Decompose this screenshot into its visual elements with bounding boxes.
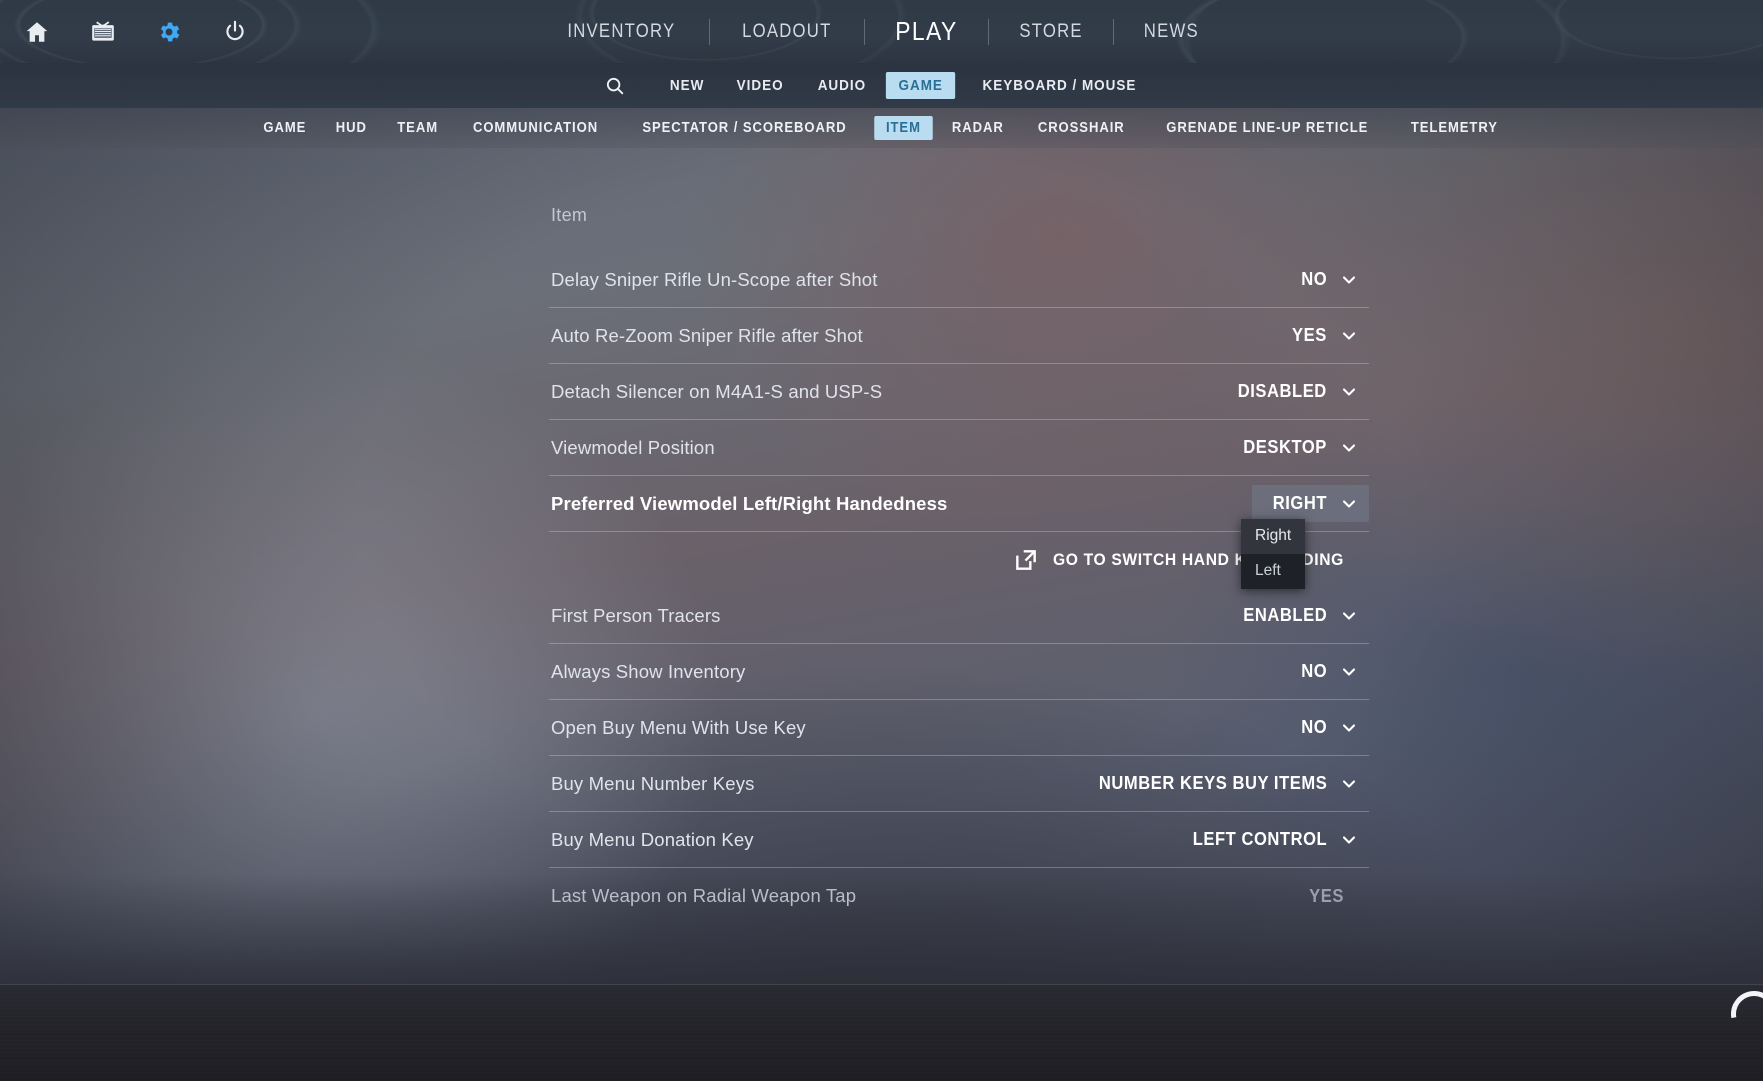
nav-separator [1112, 18, 1114, 45]
setting-row-last-weapon-on-radial-weapon-tap: Last Weapon on Radial Weapon Tap YES [549, 868, 1369, 924]
handedness-dropdown-menu[interactable]: Right Left [1241, 519, 1305, 589]
setting-value: DESKTOP [1243, 437, 1327, 457]
subnav-item-keyboard-mouse[interactable]: KEYBOARD / MOUSE [970, 72, 1149, 99]
setting-dropdown[interactable]: DESKTOP [1220, 429, 1369, 466]
nav-item-news[interactable]: NEWS [1121, 21, 1222, 43]
setting-row-detach-silencer[interactable]: Detach Silencer on M4A1-S and USP-S DISA… [549, 364, 1369, 420]
setting-value: ENABLED [1243, 605, 1327, 625]
chevron-down-icon [1341, 272, 1357, 288]
tab-radar[interactable]: RADAR [940, 116, 1015, 140]
setting-readonly-value: YES [1289, 878, 1369, 915]
setting-row-auto-rezoom-sniper-rifle[interactable]: Auto Re-Zoom Sniper Rifle after Shot YES [549, 308, 1369, 364]
setting-label: Buy Menu Donation Key [551, 828, 754, 850]
setting-dropdown[interactable]: ENABLED [1220, 597, 1369, 634]
setting-value: YES [1292, 325, 1327, 345]
subnav-item-new[interactable]: NEW [657, 72, 717, 99]
setting-label: Viewmodel Position [551, 436, 715, 458]
setting-dropdown[interactable]: LEFT CONTROL [1165, 821, 1369, 858]
chevron-down-icon [1341, 720, 1357, 736]
top-header-bar: INVENTORY LOADOUT PLAY STORE NEWS [0, 0, 1763, 63]
subnav-item-game[interactable]: GAME [886, 72, 957, 99]
setting-label: Open Buy Menu With Use Key [551, 716, 806, 738]
chevron-down-icon [1341, 608, 1357, 624]
nav-item-inventory[interactable]: INVENTORY [545, 21, 699, 43]
search-icon[interactable] [604, 75, 626, 97]
nav-separator [987, 18, 989, 45]
setting-value: YES [1309, 885, 1345, 906]
setting-value: LEFT CONTROL [1192, 829, 1327, 849]
setting-label: Buy Menu Number Keys [551, 772, 755, 794]
tab-hud[interactable]: HUD [324, 116, 379, 140]
setting-dropdown[interactable]: DISABLED [1214, 373, 1369, 410]
nav-separator [709, 18, 711, 45]
panel-title: Item [551, 205, 588, 225]
tab-grenade-line-up-reticle[interactable]: GRENADE LINE-UP RETICLE [1155, 116, 1380, 140]
setting-label: First Person Tracers [551, 604, 721, 626]
setting-row-first-person-tracers[interactable]: First Person Tracers ENABLED [549, 588, 1369, 644]
nav-item-play[interactable]: PLAY [872, 16, 980, 47]
setting-row-open-buy-menu-with-use-key[interactable]: Open Buy Menu With Use Key NO [549, 700, 1369, 756]
setting-dropdown[interactable]: NO [1283, 709, 1369, 746]
tab-spectator-scoreboard[interactable]: SPECTATOR / SCOREBOARD [631, 116, 859, 140]
footer-scanline-texture [0, 985, 1763, 1081]
setting-value: NO [1301, 661, 1327, 681]
dropdown-option-left[interactable]: Left [1241, 554, 1305, 589]
settings-subtab-nav: GAME HUD TEAM COMMUNICATION SPECTATOR / … [0, 108, 1763, 148]
chevron-down-icon [1341, 832, 1357, 848]
setting-row-buy-menu-number-keys[interactable]: Buy Menu Number Keys NUMBER KEYS BUY ITE… [549, 756, 1369, 812]
settings-category-nav: NEW VIDEO AUDIO GAME KEYBOARD / MOUSE [0, 63, 1763, 108]
tab-communication[interactable]: COMMUNICATION [461, 116, 610, 140]
setting-row-viewmodel-position[interactable]: Viewmodel Position DESKTOP [549, 420, 1369, 476]
external-link-icon [1013, 547, 1039, 573]
setting-dropdown[interactable]: NO [1283, 653, 1369, 690]
setting-row-delay-sniper-rifle-unscope[interactable]: Delay Sniper Rifle Un-Scope after Shot N… [549, 252, 1369, 308]
setting-value: NO [1301, 717, 1327, 737]
dropdown-option-right[interactable]: Right [1241, 519, 1305, 554]
footer-bar [0, 981, 1763, 1081]
setting-label: Always Show Inventory [551, 660, 746, 682]
tab-game[interactable]: GAME [251, 116, 317, 140]
subnav-item-audio[interactable]: AUDIO [805, 72, 879, 99]
setting-row-always-show-inventory[interactable]: Always Show Inventory NO [549, 644, 1369, 700]
setting-dropdown[interactable]: NUMBER KEYS BUY ITEMS [1063, 765, 1369, 802]
setting-value: NUMBER KEYS BUY ITEMS [1098, 773, 1327, 793]
setting-row-buy-menu-donation-key[interactable]: Buy Menu Donation Key LEFT CONTROL [549, 812, 1369, 868]
chevron-down-icon [1341, 384, 1357, 400]
tab-item[interactable]: ITEM [874, 116, 933, 140]
nav-item-store[interactable]: STORE [996, 21, 1105, 43]
chevron-down-icon [1341, 328, 1357, 344]
tab-telemetry[interactable]: TELEMETRY [1399, 116, 1509, 140]
tab-crosshair[interactable]: CROSSHAIR [1026, 116, 1136, 140]
chevron-down-icon [1341, 664, 1357, 680]
setting-label: Auto Re-Zoom Sniper Rifle after Shot [551, 324, 863, 346]
setting-dropdown[interactable]: NO [1283, 261, 1369, 298]
setting-label: Detach Silencer on M4A1-S and USP-S [551, 380, 883, 402]
chevron-down-icon [1341, 496, 1357, 512]
setting-value: RIGHT [1272, 493, 1327, 513]
main-navigation: INVENTORY LOADOUT PLAY STORE NEWS [0, 0, 1763, 63]
setting-label: Delay Sniper Rifle Un-Scope after Shot [551, 268, 878, 290]
setting-value: NO [1301, 269, 1327, 289]
setting-value: DISABLED [1237, 381, 1327, 401]
chevron-down-icon [1341, 776, 1357, 792]
chevron-down-icon [1341, 440, 1357, 456]
setting-label: Preferred Viewmodel Left/Right Handednes… [551, 492, 948, 514]
tab-team[interactable]: TEAM [386, 116, 450, 140]
nav-separator [863, 18, 865, 45]
setting-dropdown[interactable]: YES [1273, 317, 1369, 354]
setting-label: Last Weapon on Radial Weapon Tap [551, 885, 857, 906]
nav-item-loadout[interactable]: LOADOUT [719, 21, 854, 43]
subnav-item-video[interactable]: VIDEO [724, 72, 796, 99]
setting-dropdown[interactable]: RIGHT [1252, 485, 1369, 522]
